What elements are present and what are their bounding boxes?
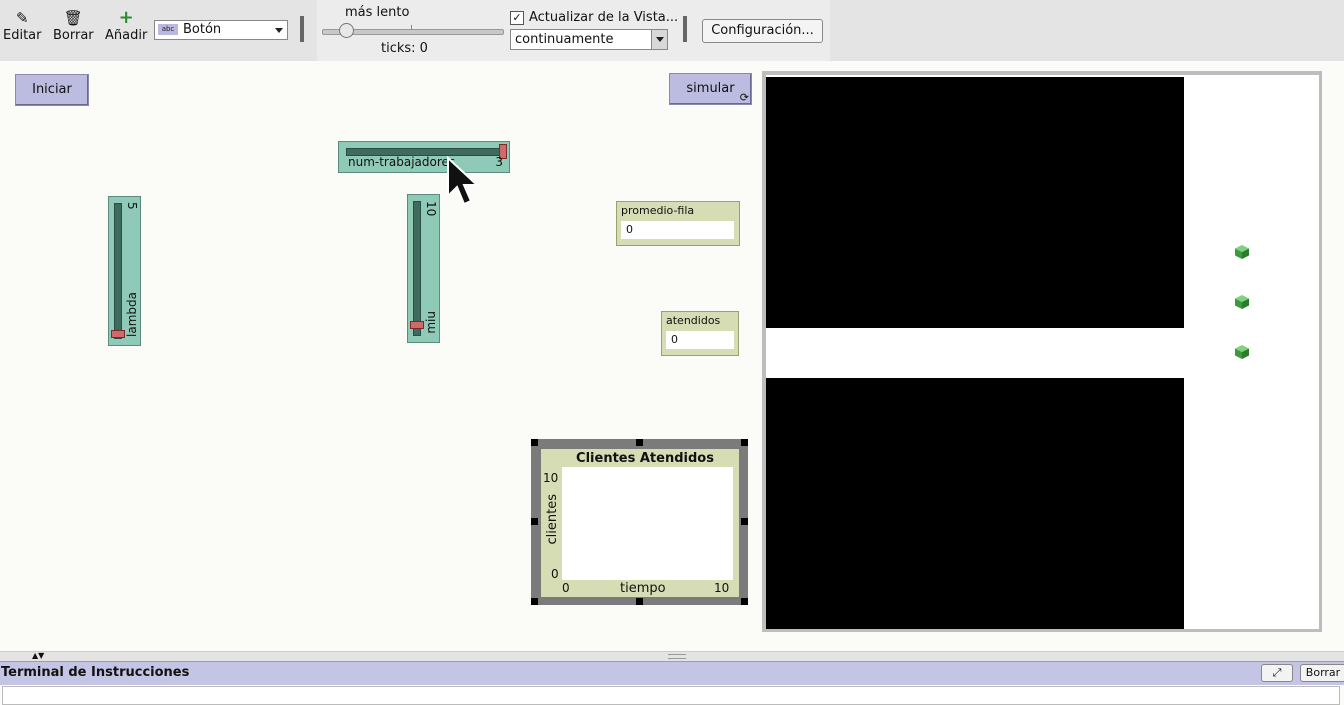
collapse-arrows-icon[interactable]: ▲▼: [32, 651, 44, 660]
monitor-atendidos: atendidos 0: [661, 311, 739, 356]
resize-handle[interactable]: [531, 598, 538, 605]
resize-handle[interactable]: [741, 439, 748, 446]
monitor-value: 0: [621, 221, 734, 239]
slider-handle[interactable]: [410, 321, 424, 329]
slider-track: [413, 201, 421, 336]
slider-label: num-trabajadores: [348, 155, 456, 169]
drag-grip-icon[interactable]: [668, 654, 686, 659]
chevron-down-icon: [656, 37, 664, 42]
resize-handle[interactable]: [741, 598, 748, 605]
button-widget-icon: abc: [158, 24, 178, 35]
toolbar-divider: [300, 16, 304, 42]
turtle-box-icon: [1235, 245, 1249, 259]
widget-type-value: Botón: [183, 22, 222, 37]
monitor-label: atendidos: [666, 314, 721, 327]
plot-area: [562, 467, 733, 580]
slider-track: [114, 203, 122, 339]
slider-handle[interactable]: [111, 330, 125, 338]
slider-num-trabajadores[interactable]: num-trabajadores 3: [338, 141, 510, 173]
command-input[interactable]: [2, 686, 1340, 705]
patch-region-bottom: [766, 378, 1184, 629]
speed-label: más lento: [345, 5, 410, 20]
ticks-counter: ticks: 0: [381, 41, 428, 56]
toolbar-divider: [683, 16, 687, 42]
world-view[interactable]: [766, 75, 1319, 629]
setup-button-label: Iniciar: [32, 82, 72, 97]
chevron-down-icon: [275, 28, 283, 33]
edit-button[interactable]: ✎ Editar: [3, 8, 42, 43]
settings-button[interactable]: Configuración...: [702, 19, 823, 43]
monitor-label: promedio-fila: [621, 204, 695, 217]
plot-y-min: 0: [551, 567, 559, 581]
plot-y-label: clientes: [545, 494, 560, 545]
clear-button[interactable]: Borrar: [1300, 664, 1344, 682]
go-button[interactable]: simular ⟳: [669, 73, 752, 105]
expand-icon: ⤢: [1272, 666, 1282, 679]
mouse-cursor-icon: [447, 156, 480, 206]
update-view-checkbox[interactable]: ✓: [510, 11, 524, 25]
plot-title: Clientes Atendidos: [576, 451, 714, 466]
slider-label: lambda: [125, 292, 139, 337]
update-mode-dropdown-button[interactable]: [651, 30, 667, 49]
edit-label: Editar: [3, 28, 42, 43]
update-view-label: Actualizar de la Vista...: [529, 10, 679, 25]
speed-slider-tick: [411, 25, 412, 30]
resize-handle[interactable]: [741, 518, 748, 525]
slider-value: 5: [125, 202, 139, 210]
pencil-icon: ✎: [15, 9, 29, 27]
slider-value: 10: [424, 201, 438, 217]
resize-handle[interactable]: [531, 439, 538, 446]
resize-handle[interactable]: [636, 598, 643, 605]
setup-button[interactable]: Iniciar: [15, 74, 89, 106]
command-center-header: [0, 661, 1344, 685]
trash-icon: 🗑: [63, 9, 83, 27]
widget-type-select[interactable]: abc Botón: [154, 20, 288, 40]
forever-icon: ⟳: [739, 91, 749, 104]
plot-x-label: tiempo: [620, 581, 666, 596]
command-center-title: Terminal de Instrucciones: [1, 665, 190, 680]
slider-value: 3: [495, 155, 503, 169]
go-button-label: simular: [686, 81, 735, 96]
plot-y-max: 10: [543, 471, 559, 485]
speed-slider-knob[interactable]: [339, 23, 354, 38]
slider-lambda[interactable]: lambda 5: [108, 196, 141, 346]
slider-miu[interactable]: miu 10: [407, 194, 440, 343]
update-mode-value: continuamente: [515, 32, 614, 47]
resize-handle[interactable]: [636, 439, 643, 446]
patch-region-top: [766, 77, 1184, 328]
monitor-promedio-fila: promedio-fila 0: [616, 201, 740, 246]
add-button[interactable]: + Añadir: [105, 7, 148, 44]
update-mode-select[interactable]: continuamente: [510, 29, 668, 50]
turtle-box-icon: [1235, 295, 1249, 309]
checkmark-icon: ✓: [512, 11, 522, 24]
add-label: Añadir: [105, 28, 148, 43]
plot-x-max: 10: [714, 581, 730, 595]
monitor-value: 0: [666, 331, 734, 349]
turtle-box-icon: [1235, 345, 1249, 359]
delete-button[interactable]: 🗑 Borrar: [53, 8, 94, 43]
plot-x-min: 0: [562, 581, 570, 595]
delete-label: Borrar: [53, 28, 94, 43]
resize-handle[interactable]: [531, 518, 538, 525]
expand-button[interactable]: ⤢: [1261, 664, 1293, 682]
plus-icon: +: [118, 7, 134, 28]
slider-label: miu: [424, 311, 438, 334]
